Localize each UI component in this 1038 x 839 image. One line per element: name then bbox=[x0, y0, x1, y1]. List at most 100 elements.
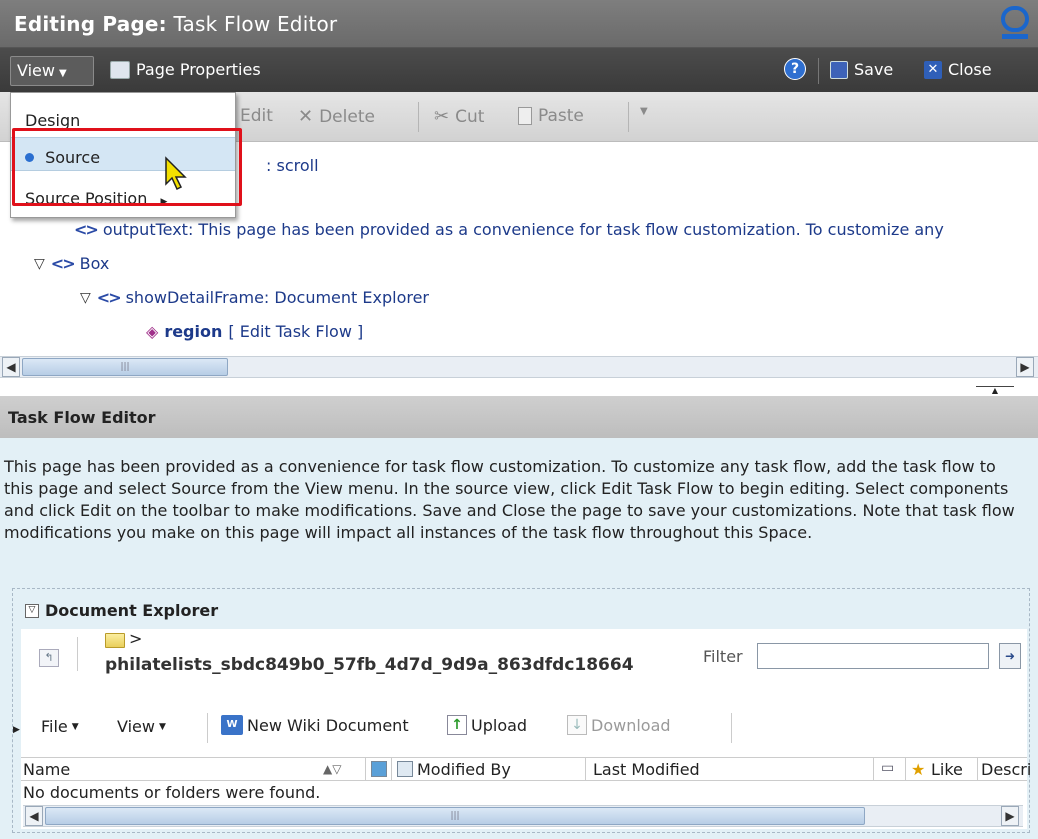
tree-node-label: Box bbox=[79, 254, 110, 273]
view-menu-button[interactable]: View ▼ bbox=[10, 56, 94, 86]
documents-table-header: Name ▲▽ Modified By Last Modified ▭ ★ Li… bbox=[21, 757, 1031, 781]
tree-node-label: : scroll bbox=[266, 156, 319, 175]
edit-label: Edit bbox=[240, 106, 273, 126]
scrollbar-thumb[interactable]: ||| bbox=[45, 807, 865, 825]
breadcrumb-arrow: > bbox=[129, 629, 143, 648]
expand-triangle-icon[interactable]: ▽ bbox=[34, 256, 45, 272]
column-last-modified-header[interactable]: Last Modified bbox=[593, 760, 700, 779]
panel-expand-icon[interactable]: ▶ bbox=[13, 725, 20, 735]
download-button[interactable]: ↓ Download bbox=[567, 715, 671, 735]
edit-task-flow-link[interactable]: [ Edit Task Flow ] bbox=[228, 322, 363, 341]
up-folder-icon[interactable]: ↰ bbox=[39, 649, 59, 667]
task-flow-editor-header: Task Flow Editor bbox=[0, 396, 1038, 438]
collapse-chevron-icon[interactable]: ▽ bbox=[25, 603, 39, 618]
tree-horizontal-scrollbar[interactable]: ◀ ||| ▶ bbox=[0, 356, 1038, 378]
cut-label: Cut bbox=[455, 106, 485, 127]
tree-node-outputtext[interactable]: <> outputText: This page has been provid… bbox=[74, 220, 944, 239]
column-like-header[interactable]: Like bbox=[931, 760, 963, 779]
help-icon: ? bbox=[784, 58, 806, 80]
menu-bar: View ▼ Page Properties ? Save ✕ Close bbox=[0, 48, 1038, 92]
tree-node-label: showDetailFrame: Document Explorer bbox=[125, 288, 429, 307]
page-title: Editing Page: Task Flow Editor bbox=[14, 12, 337, 36]
page-properties-button[interactable]: Page Properties bbox=[110, 60, 261, 79]
chevron-down-icon: ▼ bbox=[71, 721, 79, 732]
title-bar: Editing Page: Task Flow Editor bbox=[0, 0, 1038, 48]
file-menu-button[interactable]: File ▼ bbox=[41, 717, 79, 736]
page-properties-label: Page Properties bbox=[136, 60, 261, 79]
oracle-logo-icon bbox=[1001, 6, 1029, 39]
title-prefix: Editing Page: bbox=[14, 12, 167, 36]
delete-label: Delete bbox=[319, 106, 375, 127]
scroll-right-icon[interactable]: ▶ bbox=[1016, 357, 1034, 377]
view-menu-doc-label: View bbox=[117, 717, 155, 736]
title-name: Task Flow Editor bbox=[173, 12, 338, 36]
upload-button[interactable]: ↑ Upload bbox=[447, 715, 527, 735]
toolbar-separator bbox=[418, 102, 419, 132]
tree-node-showdetailframe[interactable]: ▽ <> showDetailFrame: Document Explorer bbox=[80, 288, 429, 307]
tree-node-box[interactable]: ▽ <> Box bbox=[34, 254, 109, 273]
sort-arrows-icon[interactable]: ▲▽ bbox=[323, 762, 341, 776]
splitter-handle-icon[interactable]: ▲ bbox=[976, 386, 1014, 396]
close-button[interactable]: ✕ Close bbox=[924, 60, 992, 79]
paste-label: Paste bbox=[538, 106, 584, 126]
empty-message: No documents or folders were found. bbox=[23, 783, 321, 802]
column-separator bbox=[977, 758, 978, 780]
help-button[interactable]: ? bbox=[784, 58, 806, 80]
column-separator bbox=[905, 758, 906, 780]
task-flow-description: This page has been provided as a conveni… bbox=[4, 457, 1015, 542]
filter-go-icon[interactable]: ➜ bbox=[999, 643, 1021, 669]
scroll-left-icon[interactable]: ◀ bbox=[25, 806, 43, 826]
component-tag-icon: <> bbox=[74, 220, 99, 239]
chevron-down-icon: ▼ bbox=[58, 68, 67, 79]
toolbar-overflow-button[interactable]: ▼ bbox=[640, 106, 648, 117]
breadcrumb-folder-icon[interactable] bbox=[105, 633, 125, 652]
new-wiki-label: New Wiki Document bbox=[247, 715, 409, 735]
new-wiki-document-button[interactable]: W New Wiki Document bbox=[221, 715, 409, 735]
tree-node-label: outputText: This page has been provided … bbox=[102, 220, 944, 239]
document-explorer-title: ▽ Document Explorer bbox=[25, 601, 218, 620]
expand-triangle-icon[interactable]: ▽ bbox=[80, 290, 91, 306]
cut-button[interactable]: ✂ Cut bbox=[434, 106, 484, 127]
column-modified-by-header[interactable]: Modified By bbox=[417, 760, 511, 779]
documents-horizontal-scrollbar[interactable]: ◀ ||| ▶ bbox=[23, 805, 1023, 827]
toolbar-separator bbox=[731, 713, 732, 743]
upload-icon: ↑ bbox=[447, 715, 467, 735]
delete-icon: ✕ bbox=[298, 106, 314, 127]
filter-input[interactable] bbox=[757, 643, 989, 669]
delete-button[interactable]: ✕ Delete bbox=[298, 106, 375, 127]
paste-button[interactable]: Paste bbox=[518, 106, 584, 126]
scroll-right-icon[interactable]: ▶ bbox=[1001, 806, 1019, 826]
chevron-down-icon: ▼ bbox=[158, 721, 166, 732]
column-separator bbox=[365, 758, 366, 780]
task-flow-editor-body: This page has been provided as a conveni… bbox=[0, 438, 1038, 839]
menu-separator bbox=[818, 58, 819, 84]
breadcrumb-separator bbox=[77, 637, 78, 671]
view-menu-label: View bbox=[17, 61, 55, 80]
component-tag-icon: <> bbox=[50, 254, 76, 273]
scroll-left-icon[interactable]: ◀ bbox=[2, 357, 20, 377]
tree-node-partial[interactable]: : scroll bbox=[266, 156, 319, 175]
file-menu-label: File bbox=[41, 717, 68, 736]
status-icon bbox=[371, 761, 387, 777]
close-label: Close bbox=[948, 60, 992, 79]
download-label: Download bbox=[591, 715, 671, 735]
edit-button[interactable]: Edit bbox=[240, 106, 273, 126]
toolbar-separator bbox=[628, 102, 629, 132]
upload-label: Upload bbox=[471, 715, 528, 735]
column-name-header[interactable]: Name bbox=[23, 760, 70, 779]
document-explorer-frame: ▽ Document Explorer ↰ > philatelists_sbd… bbox=[12, 588, 1031, 833]
component-tag-icon: <> bbox=[96, 288, 122, 307]
column-description-header[interactable]: Descri bbox=[981, 760, 1031, 779]
save-icon bbox=[830, 60, 848, 79]
properties-icon bbox=[110, 60, 130, 79]
view-menu-doc-button[interactable]: View ▼ bbox=[117, 717, 166, 736]
save-label: Save bbox=[854, 60, 894, 79]
tree-node-region[interactable]: ◈ region [ Edit Task Flow ] bbox=[146, 322, 363, 341]
document-explorer-title-label: Document Explorer bbox=[45, 601, 219, 620]
save-button[interactable]: Save bbox=[830, 60, 893, 79]
star-icon: ★ bbox=[911, 760, 926, 779]
scrollbar-thumb[interactable]: ||| bbox=[22, 358, 228, 376]
region-icon: ◈ bbox=[146, 322, 159, 341]
close-icon: ✕ bbox=[924, 60, 942, 79]
wiki-document-icon: W bbox=[221, 715, 243, 735]
